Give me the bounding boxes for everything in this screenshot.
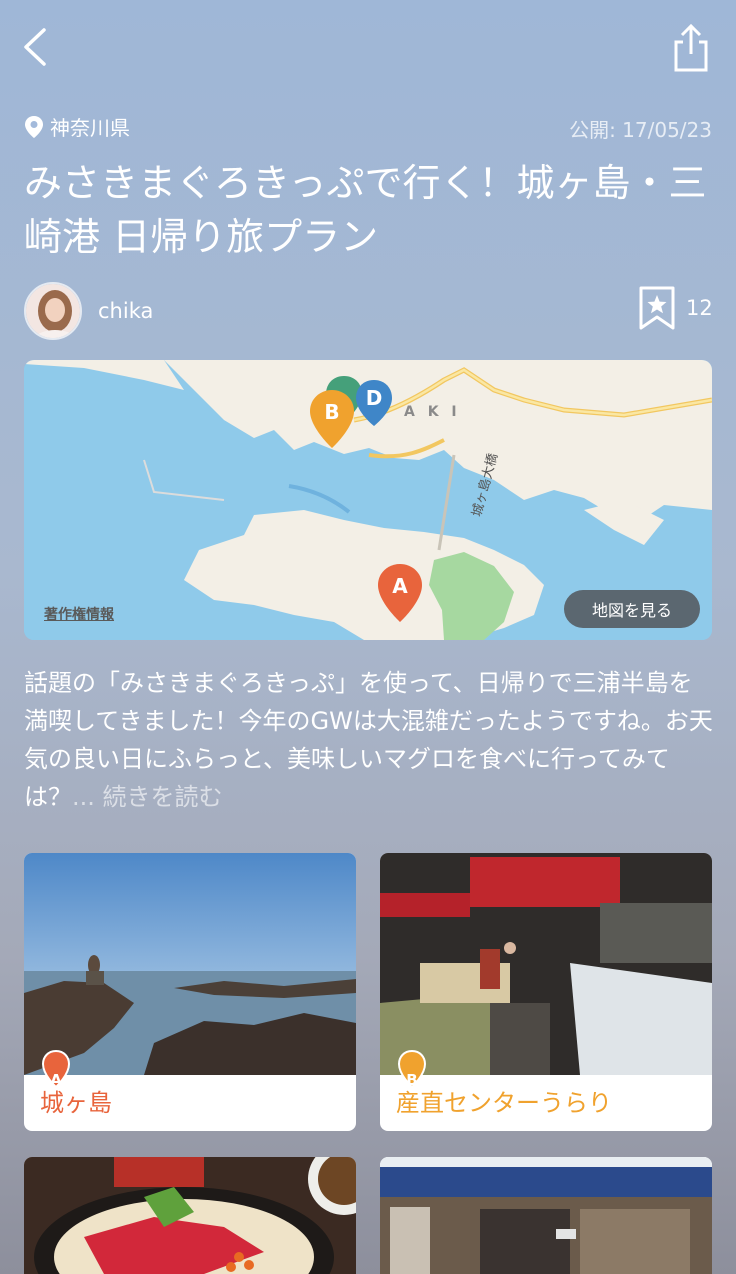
map-pin-b[interactable]: B (308, 388, 358, 452)
map-pin-a[interactable]: A (376, 562, 426, 626)
map-copyright-link[interactable]: 著作権情報 (44, 604, 114, 624)
bookmark-star-icon (639, 286, 675, 330)
location-tag[interactable]: 神奈川県 (24, 112, 130, 141)
article-description: 話題の「みさきまぐろきっぷ」を使って、日帰りで三浦半島を満喫してきました！今年の… (24, 664, 714, 816)
publish-date: 公開: 17/05/23 (569, 118, 712, 142)
spot-label: A 城ヶ島 (24, 1049, 356, 1131)
spot-photo-shopfront (380, 1157, 712, 1274)
share-button[interactable] (668, 20, 714, 76)
read-more-link[interactable]: 続きを読む (103, 783, 223, 811)
chevron-left-icon (24, 28, 46, 66)
back-button[interactable] (18, 22, 58, 72)
share-icon (674, 23, 708, 72)
spot-label: B 産直センターうらり (380, 1049, 712, 1131)
bookmark-button[interactable]: 12 (638, 286, 713, 330)
page-title: みさきまぐろきっぷで行く！城ヶ島・三崎港 日帰り旅プラン (24, 161, 707, 259)
route-map[interactable]: A K I 城ヶ島大橋 D B A 著作権情報 地図を見る (24, 360, 712, 640)
spot-card-b[interactable]: B 産直センターうらり (380, 853, 712, 1131)
spot-card-a[interactable]: A 城ヶ島 (24, 853, 356, 1131)
spot-card-d[interactable] (380, 1157, 712, 1274)
author-row[interactable]: chika (24, 282, 153, 340)
svg-text:B: B (324, 400, 339, 424)
prefecture-label: 神奈川県 (50, 116, 130, 140)
svg-text:D: D (366, 386, 383, 410)
marker-b-icon: B (397, 1049, 427, 1089)
avatar[interactable] (24, 282, 82, 340)
spot-photo-jogashima (24, 853, 356, 1075)
spot-name: 産直センターうらり (396, 1089, 612, 1117)
location-pin-icon (25, 115, 43, 138)
spot-photo-urari-market (380, 853, 712, 1075)
spot-photo-maguro-bowl (24, 1157, 356, 1274)
spot-card-c[interactable] (24, 1157, 356, 1274)
author-name: chika (98, 299, 154, 323)
bookmark-count: 12 (686, 296, 713, 320)
description-ellipsis: ... (72, 783, 103, 811)
view-map-button[interactable]: 地図を見る (564, 590, 700, 628)
marker-a-icon: A (41, 1049, 71, 1089)
svg-text:A: A (392, 574, 408, 598)
